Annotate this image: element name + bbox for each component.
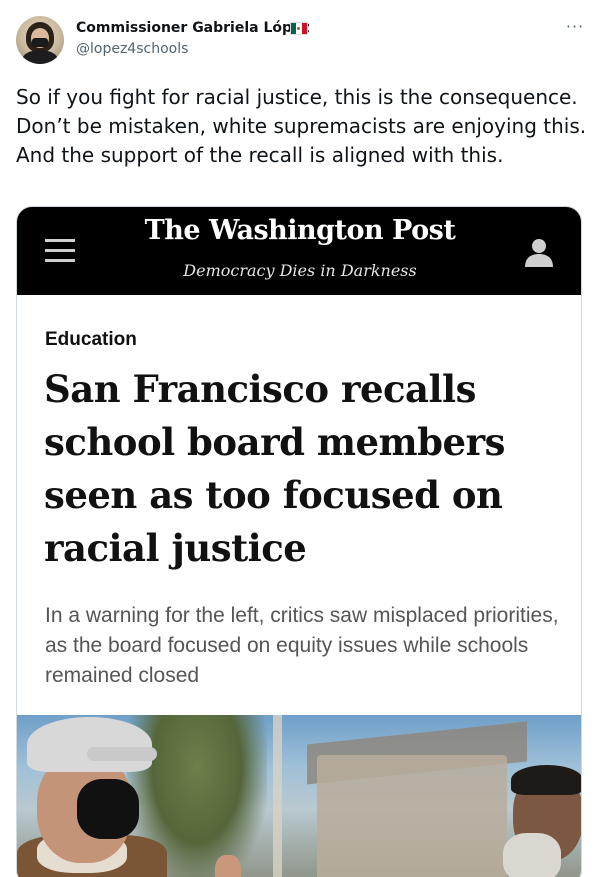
avatar[interactable] (16, 16, 64, 64)
newspaper-logo: The Washington Post (144, 215, 456, 246)
masthead: The Washington Post Democracy Dies in Da… (17, 207, 581, 295)
article-headline: San Francisco recalls school board membe… (44, 367, 505, 570)
user-handle[interactable]: @lopez4schools (76, 41, 188, 57)
tweet-header: Commissioner Gabriela López @lopez4schoo… (0, 0, 607, 70)
article-photo (17, 715, 581, 877)
article-body: Education San Francisco recalls school b… (17, 295, 581, 715)
user-icon (525, 239, 553, 267)
avatar-body (22, 50, 58, 64)
article-subhead: In a warning for the left, critics saw m… (45, 604, 559, 687)
avatar-mask (32, 38, 48, 47)
more-options-icon[interactable]: ··· (560, 18, 590, 40)
media-card[interactable]: The Washington Post Democracy Dies in Da… (16, 206, 582, 877)
tweet-text: So if you fight for racial justice, this… (16, 85, 587, 167)
mexico-flag-icon (290, 22, 308, 35)
hamburger-menu-icon (45, 239, 75, 263)
display-name[interactable]: Commissioner Gabriela López (76, 20, 310, 36)
newspaper-tagline: Democracy Dies in Darkness (183, 261, 417, 280)
section-label: Education (45, 329, 137, 350)
